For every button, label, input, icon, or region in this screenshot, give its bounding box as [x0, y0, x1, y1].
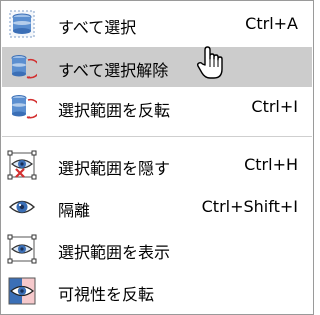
- context-menu: すべて選択 Ctrl+A すべて選択解除 選択範囲を反転 Ctrl+I 選択範囲…: [0, 0, 314, 315]
- menu-item-hide-selection[interactable]: 選択範囲を隠す Ctrl+H: [2, 145, 312, 185]
- menu-item-label: 選択範囲を表示: [58, 243, 171, 262]
- menu-item-isolate[interactable]: 隔離 Ctrl+Shift+I: [2, 187, 312, 227]
- menu-item-select-all[interactable]: すべて選択 Ctrl+A: [2, 4, 312, 44]
- menu-item-show-selection[interactable]: 選択範囲を表示: [2, 229, 312, 269]
- invert-visibility-icon: [7, 276, 37, 306]
- deselect-all-icon: [7, 52, 37, 82]
- isolate-eye-icon: [7, 192, 37, 222]
- menu-item-shortcut: Ctrl+Shift+I: [201, 197, 298, 216]
- menu-item-label: 可視性を反転: [58, 285, 155, 304]
- select-all-icon: [7, 9, 37, 39]
- menu-item-label: すべて選択: [58, 18, 137, 37]
- menu-item-shortcut: Ctrl+I: [251, 97, 298, 116]
- menu-item-shortcut: Ctrl+A: [245, 14, 298, 33]
- invert-selection-icon: [7, 92, 37, 122]
- menu-item-deselect-all[interactable]: すべて選択解除: [2, 47, 312, 87]
- menu-separator: [2, 136, 312, 137]
- menu-item-label: 隔離: [58, 201, 91, 220]
- menu-item-shortcut: Ctrl+H: [244, 155, 298, 174]
- menu-item-label: すべて選択解除: [58, 61, 169, 80]
- menu-item-label: 選択範囲を隠す: [58, 159, 171, 178]
- menu-item-invert-visibility[interactable]: 可視性を反転: [2, 271, 312, 311]
- menu-item-invert-selection[interactable]: 選択範囲を反転 Ctrl+I: [2, 87, 312, 127]
- show-selection-icon: [7, 234, 37, 264]
- hide-selection-icon: [7, 150, 37, 180]
- hand-cursor-icon: [195, 45, 225, 81]
- menu-item-label: 選択範囲を反転: [58, 101, 171, 120]
